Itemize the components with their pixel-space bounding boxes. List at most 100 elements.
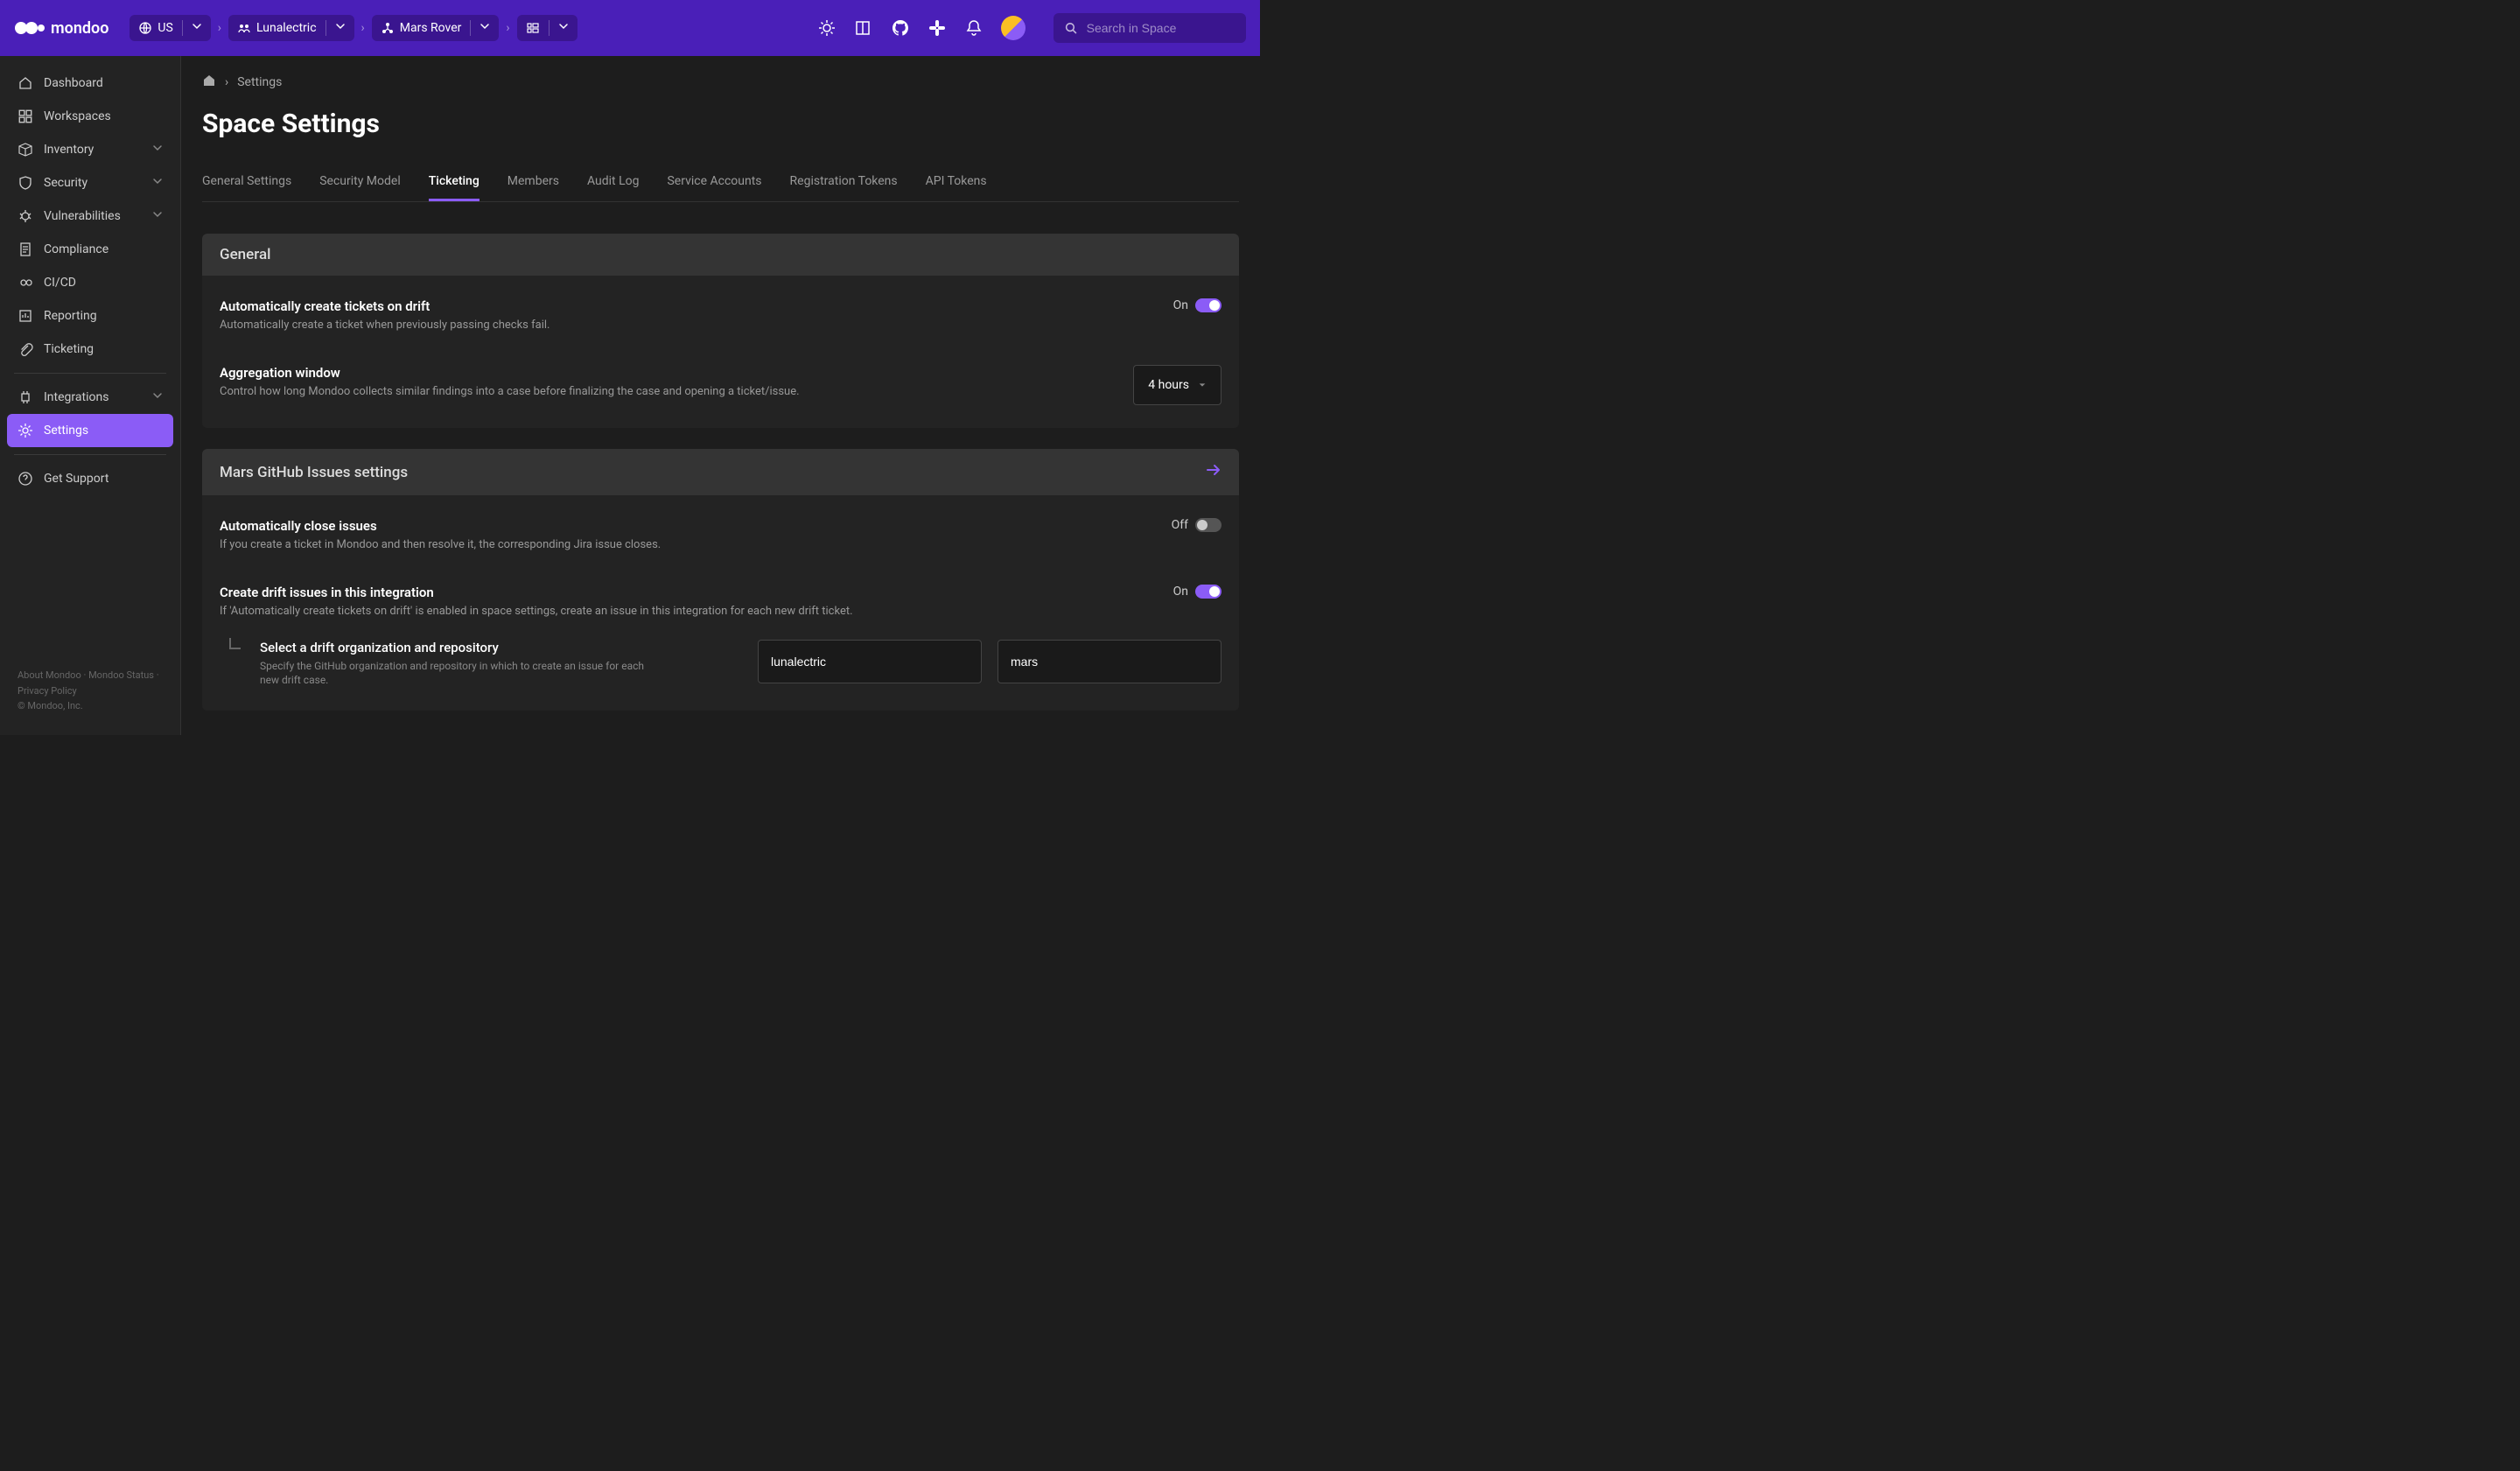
- github-card-header: Mars GitHub Issues settings: [202, 449, 1239, 495]
- brand-name: mondoo: [51, 19, 108, 38]
- brand-logo[interactable]: mondoo: [14, 19, 108, 38]
- sidebar-item-label: Get Support: [44, 472, 163, 486]
- group-icon: [237, 21, 251, 35]
- drift-repo-input[interactable]: [998, 640, 1222, 683]
- crumb-separator: ›: [506, 21, 509, 35]
- tab-registration-tokens[interactable]: Registration Tokens: [790, 164, 898, 201]
- slack-icon[interactable]: [928, 18, 947, 38]
- footer-privacy-link[interactable]: Privacy Policy: [18, 685, 77, 697]
- tab-api-tokens[interactable]: API Tokens: [926, 164, 987, 201]
- tab-service-accounts[interactable]: Service Accounts: [667, 164, 761, 201]
- main-content: › Settings Space Settings General Settin…: [181, 56, 1260, 735]
- sidebar-item-label: Compliance: [44, 242, 163, 256]
- create-drift-issues-toggle[interactable]: On: [1173, 585, 1222, 599]
- sidebar-item-label: Workspaces: [44, 109, 163, 123]
- breadcrumb-current: Settings: [237, 75, 282, 89]
- footer-status-link[interactable]: Mondoo Status: [88, 669, 154, 681]
- home-icon[interactable]: [202, 74, 216, 91]
- search-box[interactable]: [1054, 13, 1246, 43]
- github-icon[interactable]: [891, 18, 910, 38]
- sidebar-item-cicd[interactable]: CI/CD: [7, 266, 173, 299]
- sidebar-item-compliance[interactable]: Compliance: [7, 233, 173, 266]
- caret-down-icon: [1198, 381, 1207, 389]
- footer-about-link[interactable]: About Mondoo: [18, 669, 81, 681]
- sidebar-item-inventory[interactable]: Inventory: [7, 133, 173, 166]
- chevron-down-icon: [335, 21, 346, 35]
- sidebar-item-label: CI/CD: [44, 276, 163, 290]
- setting-aggregation-window: Aggregation window Control how long Mond…: [202, 349, 1239, 421]
- setting-title: Create drift issues in this integration: [220, 585, 853, 600]
- tab-audit-log[interactable]: Audit Log: [587, 164, 640, 201]
- context-region-chip[interactable]: US: [130, 15, 210, 41]
- sidebar-item-dashboard[interactable]: Dashboard: [7, 67, 173, 100]
- sidebar-item-support[interactable]: Get Support: [7, 462, 173, 495]
- chevron-down-icon: [152, 176, 163, 190]
- sidebar-item-label: Ticketing: [44, 342, 163, 356]
- chevron-down-icon: [152, 209, 163, 223]
- auto-create-drift-toggle[interactable]: On: [1173, 298, 1222, 312]
- open-integration-link[interactable]: [1204, 461, 1222, 483]
- setting-title: Select a drift organization and reposito…: [260, 640, 744, 655]
- auto-close-issues-toggle[interactable]: Off: [1172, 518, 1222, 532]
- card-title: General: [220, 246, 270, 263]
- tab-members[interactable]: Members: [508, 164, 559, 201]
- general-card-header: General: [202, 234, 1239, 276]
- sidebar-item-vulnerabilities[interactable]: Vulnerabilities: [7, 200, 173, 233]
- chevron-down-icon: [480, 21, 490, 35]
- tab-security-model[interactable]: Security Model: [319, 164, 401, 201]
- sidebar-footer: About Mondoo · Mondoo Status · Privacy P…: [7, 668, 173, 725]
- sidebar-item-label: Inventory: [44, 143, 142, 157]
- globe-icon: [138, 21, 152, 35]
- docs-icon[interactable]: [854, 18, 873, 38]
- setting-desc: Automatically create a ticket when previ…: [220, 318, 550, 333]
- infinity-icon: [18, 275, 33, 291]
- context-org-chip[interactable]: Lunalectric: [228, 15, 354, 41]
- sidebar-item-ticketing[interactable]: Ticketing: [7, 333, 173, 366]
- context-space-chip[interactable]: Mars Rover: [372, 15, 500, 41]
- clip-icon: [18, 341, 33, 357]
- setting-title: Automatically create tickets on drift: [220, 298, 550, 314]
- doc-icon: [18, 242, 33, 257]
- search-icon: [1064, 20, 1078, 36]
- context-workspace-chip[interactable]: [517, 15, 578, 41]
- toggle-state-label: On: [1173, 585, 1188, 599]
- context-org-label: Lunalectric: [256, 21, 317, 35]
- setting-desc: If 'Automatically create tickets on drif…: [220, 604, 853, 620]
- sidebar-divider: [14, 454, 166, 455]
- tab-ticketing[interactable]: Ticketing: [429, 164, 480, 201]
- grid-icon: [18, 109, 33, 124]
- notifications-icon[interactable]: [964, 18, 984, 38]
- tab-general-settings[interactable]: General Settings: [202, 164, 291, 201]
- sidebar-item-label: Integrations: [44, 390, 142, 404]
- plug-icon: [18, 389, 33, 405]
- toggle-state-label: Off: [1172, 518, 1188, 532]
- sidebar-item-workspaces[interactable]: Workspaces: [7, 100, 173, 133]
- setting-create-drift-issues: Create drift issues in this integration …: [202, 569, 1239, 635]
- theme-toggle-icon[interactable]: [817, 18, 836, 38]
- toggle-state-label: On: [1173, 298, 1188, 312]
- sidebar-item-label: Security: [44, 176, 142, 190]
- switch-off-icon: [1195, 518, 1222, 532]
- aggregation-window-select[interactable]: 4 hours: [1133, 365, 1222, 405]
- page-title: Space Settings: [202, 109, 1239, 139]
- bug-icon: [18, 208, 33, 224]
- sidebar-item-settings[interactable]: Settings: [7, 414, 173, 447]
- sidebar-item-security[interactable]: Security: [7, 166, 173, 200]
- drift-org-input[interactable]: [758, 640, 982, 683]
- box-icon: [18, 142, 33, 158]
- topbar-actions: [817, 13, 1246, 43]
- sidebar-item-label: Dashboard: [44, 76, 163, 90]
- setting-auto-create-drift: Automatically create tickets on drift Au…: [202, 283, 1239, 349]
- help-icon: [18, 471, 33, 487]
- search-input[interactable]: [1087, 21, 1236, 35]
- select-value: 4 hours: [1148, 378, 1189, 392]
- general-card: General Automatically create tickets on …: [202, 234, 1239, 428]
- sidebar-item-integrations[interactable]: Integrations: [7, 381, 173, 414]
- sidebar-item-reporting[interactable]: Reporting: [7, 299, 173, 333]
- setting-drift-org-repo: Select a drift organization and reposito…: [202, 636, 1239, 704]
- report-icon: [18, 308, 33, 324]
- setting-desc: Control how long Mondoo collects similar…: [220, 384, 800, 400]
- shield-icon: [18, 175, 33, 191]
- avatar[interactable]: [1001, 16, 1026, 40]
- setting-desc: If you create a ticket in Mondoo and the…: [220, 537, 661, 553]
